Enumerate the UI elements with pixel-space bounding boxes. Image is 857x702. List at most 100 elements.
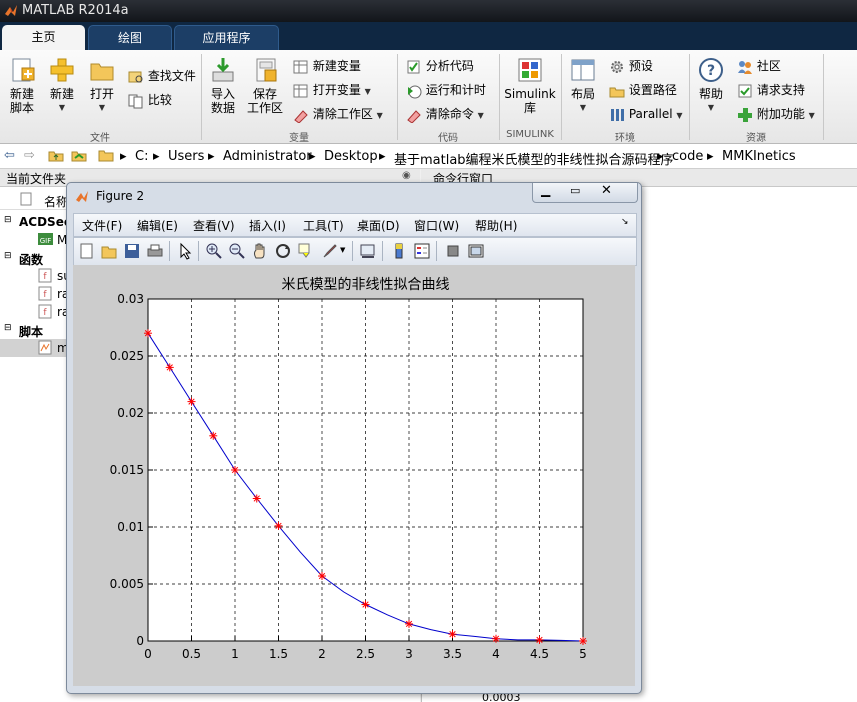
back-arrow-icon[interactable]: ⇦ xyxy=(4,148,15,163)
find-files-button[interactable]: 查找文件 xyxy=(128,67,196,85)
open-variable-button[interactable]: 打开变量 ▼ xyxy=(293,81,371,99)
import-data-button[interactable]: 导入 数据 xyxy=(205,56,241,115)
rotate-3d-icon[interactable] xyxy=(274,242,292,260)
legend-icon[interactable] xyxy=(413,242,431,260)
toolbar-separator xyxy=(169,241,170,261)
zoom-in-icon[interactable] xyxy=(205,242,223,260)
save-workspace-button[interactable]: 保存 工作区 xyxy=(245,56,285,115)
breadcrumb-item[interactable]: Desktop xyxy=(324,149,378,164)
chevron-down-icon: ▼ xyxy=(364,87,371,96)
parallel-button[interactable]: Parallel ▼ xyxy=(609,105,683,123)
community-button[interactable]: 社区 xyxy=(737,57,781,75)
new-variable-button[interactable]: 新建变量 xyxy=(293,57,361,75)
collapse-icon[interactable]: ⊟ xyxy=(4,215,12,225)
clear-workspace-button[interactable]: 清除工作区 ▼ xyxy=(293,105,383,123)
panel-menu-icon[interactable]: ◉ xyxy=(402,170,411,181)
name-column-header[interactable]: 名称 xyxy=(44,193,68,210)
collapse-icon[interactable]: ⊟ xyxy=(4,251,12,261)
menu-window[interactable]: 窗口(W) xyxy=(414,217,459,234)
new-button[interactable]: 新建 ▼ xyxy=(44,56,80,115)
browse-folder-icon[interactable] xyxy=(71,147,87,166)
figure-window[interactable]: Figure 2 ▁ ▭ ✕ 文件(F) 编辑(E) 查看(V) 插入(I) 工… xyxy=(66,182,642,694)
close-icon[interactable]: ✕ xyxy=(601,183,612,198)
save-workspace-label: 保存 工作区 xyxy=(246,87,283,115)
new-figure-icon[interactable] xyxy=(78,242,96,260)
breadcrumb-item[interactable]: Administrator xyxy=(223,149,312,164)
figure-canvas[interactable]: 0 0.5 1 1.5 2 2.5 3 3.5 4 4.5 5 0 0.005 0.01 0.015 0.02… xyxy=(73,265,635,686)
breadcrumb-item[interactable]: C: xyxy=(135,149,148,164)
add-ons-button[interactable]: 附加功能 ▼ xyxy=(737,105,815,123)
pan-hand-icon[interactable] xyxy=(251,242,269,260)
menu-tools[interactable]: 工具(T) xyxy=(303,217,344,234)
preferences-button[interactable]: 预设 xyxy=(609,57,653,75)
y-tick-label: 0.025 xyxy=(110,349,144,363)
open-button[interactable]: 打开 ▼ xyxy=(84,56,120,115)
help-button[interactable]: ? 帮助 ▼ xyxy=(693,56,729,115)
colorbar-icon[interactable] xyxy=(390,242,408,260)
toolbar-separator xyxy=(382,241,383,261)
breadcrumb-sep: ▸ xyxy=(153,149,160,164)
tree-group[interactable]: ACDSee xyxy=(19,215,72,229)
save-icon[interactable] xyxy=(123,242,141,260)
breadcrumb-sep: ▸ xyxy=(707,149,714,164)
forward-arrow-icon[interactable]: ⇨ xyxy=(24,148,35,163)
simulink-library-button[interactable]: Simulink 库 xyxy=(503,56,557,115)
up-folder-icon[interactable] xyxy=(48,147,64,166)
maximize-icon[interactable]: ▭ xyxy=(570,184,580,197)
run-and-time-button[interactable]: 运行和计时 xyxy=(406,81,486,99)
breadcrumb-item[interactable]: code xyxy=(672,149,703,164)
brush-icon[interactable] xyxy=(320,242,338,260)
breadcrumb-item[interactable]: 基于matlab编程米氏模型的非线性拟合源码程序 xyxy=(394,149,674,168)
chevron-down-icon: ▼ xyxy=(808,111,815,120)
open-label: 打开 xyxy=(89,87,114,101)
figure-toolbar: ▼ xyxy=(73,237,637,266)
breadcrumb-item[interactable]: Users xyxy=(168,149,204,164)
x-tick-label: 3.5 xyxy=(443,647,462,661)
plot-svg[interactable]: 0 0.5 1 1.5 2 2.5 3 3.5 4 4.5 5 0 0.005 0.01 0.015 0.02… xyxy=(73,265,635,686)
tab-apps[interactable]: 应用程序 xyxy=(174,25,279,51)
new-script-button[interactable]: 新建 脚本 xyxy=(4,56,40,115)
group-file-label: 文件 xyxy=(90,133,110,144)
toolbar-separator xyxy=(352,241,353,261)
compare-button[interactable]: 比较 xyxy=(128,91,172,109)
simulink-label: Simulink 库 xyxy=(504,87,556,115)
menu-help[interactable]: 帮助(H) xyxy=(475,217,517,234)
show-plot-tools-icon[interactable] xyxy=(467,242,485,260)
menu-view[interactable]: 查看(V) xyxy=(193,217,235,234)
menu-edit[interactable]: 编辑(E) xyxy=(137,217,178,234)
tree-group[interactable]: 函数 xyxy=(19,251,43,268)
menu-insert[interactable]: 插入(I) xyxy=(249,217,286,234)
open-file-icon[interactable] xyxy=(100,242,118,260)
help-icon: ? xyxy=(699,58,723,82)
request-support-button[interactable]: 请求支持 xyxy=(737,81,805,99)
layout-icon xyxy=(571,59,595,81)
dock-arrow-icon[interactable]: ↘ xyxy=(621,217,629,227)
find-files-label: 查找文件 xyxy=(147,69,196,83)
file-icon xyxy=(20,192,32,209)
tree-group[interactable]: 脚本 xyxy=(19,323,43,340)
breadcrumb-item[interactable]: MMKInetics xyxy=(722,149,796,164)
zoom-out-icon[interactable] xyxy=(228,242,246,260)
tab-home[interactable]: 主页 xyxy=(2,25,85,50)
menu-desktop[interactable]: 桌面(D) xyxy=(357,217,400,234)
menu-file[interactable]: 文件(F) xyxy=(82,217,122,234)
window-controls: ▁ ▭ ✕ xyxy=(532,183,638,203)
pointer-icon[interactable] xyxy=(176,242,194,260)
y-tick-label: 0.005 xyxy=(110,577,144,591)
hide-plot-tools-icon[interactable] xyxy=(444,242,462,260)
set-path-button[interactable]: 设置路径 xyxy=(609,81,677,99)
chevron-down-icon: ▼ xyxy=(707,103,715,112)
data-cursor-icon[interactable] xyxy=(297,242,315,260)
layout-button[interactable]: 布局 ▼ xyxy=(564,56,602,115)
command-output-value: 0.0003 xyxy=(482,694,521,702)
chevron-down-icon[interactable]: ▼ xyxy=(340,246,345,254)
minimize-icon[interactable]: ▁ xyxy=(541,183,550,197)
analyze-code-button[interactable]: 分析代码 xyxy=(406,57,474,75)
data-point-marker xyxy=(209,431,218,440)
collapse-icon[interactable]: ⊟ xyxy=(4,323,12,333)
tab-plots[interactable]: 绘图 xyxy=(88,25,172,51)
clear-commands-button[interactable]: 清除命令 ▼ xyxy=(406,105,484,123)
print-icon[interactable] xyxy=(146,242,164,260)
link-plot-icon[interactable] xyxy=(359,242,377,260)
compare-icon xyxy=(128,94,143,108)
